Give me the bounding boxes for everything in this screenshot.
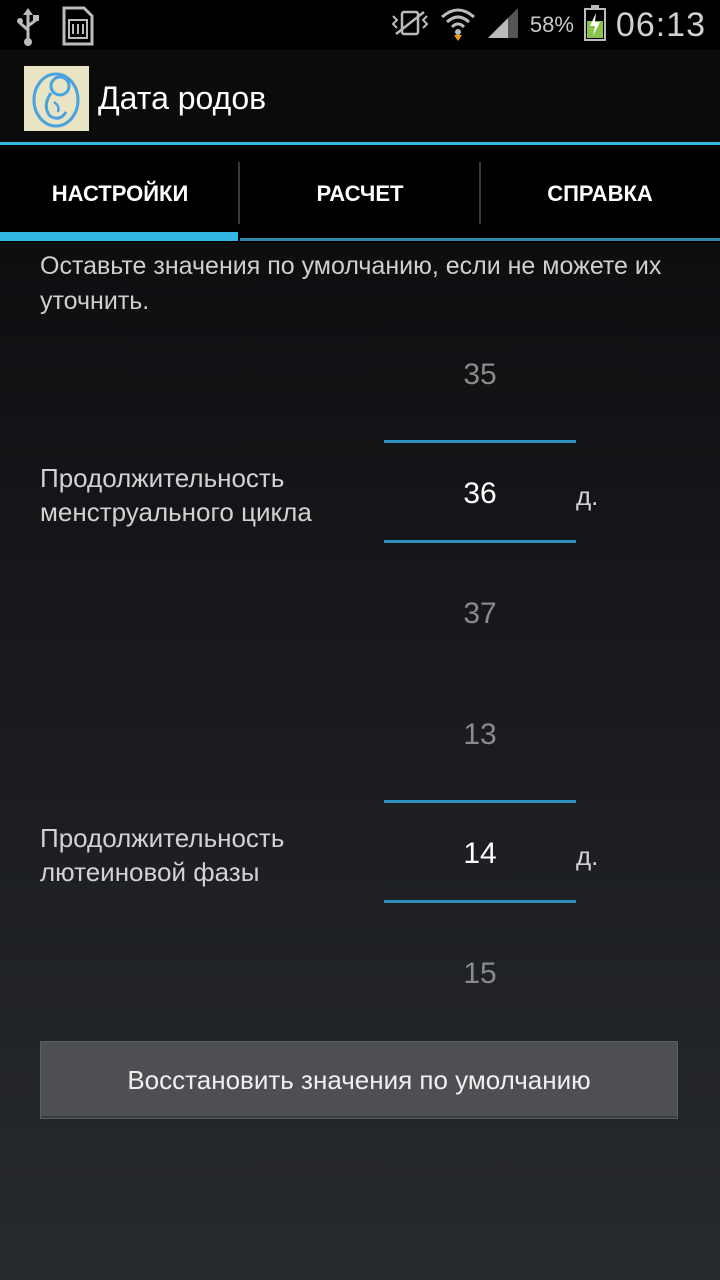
status-bar: 58% 06:13: [0, 0, 720, 50]
luteal-phase-label: Продолжительность лютеиновой фазы: [40, 821, 360, 889]
tab-calculation[interactable]: РАСЧЕТ: [240, 145, 480, 243]
selected-tab-indicator: [0, 232, 238, 241]
tab-help-label: СПРАВКА: [547, 181, 653, 206]
settings-panel: Оставьте значения по умолчанию, если не …: [0, 243, 720, 1280]
luteal-phase-label-line2: лютеиновой фазы: [40, 857, 260, 887]
picker-divider: [384, 800, 576, 803]
sd-card-icon: [60, 6, 94, 51]
cycle-length-picker[interactable]: 35 36 37: [384, 343, 576, 643]
cycle-unit: д.: [576, 481, 599, 511]
luteal-current-value[interactable]: 14: [384, 837, 576, 871]
battery-charging-icon: [583, 4, 606, 46]
fetus-icon[interactable]: [24, 66, 89, 131]
picker-divider: [384, 440, 576, 443]
luteal-phase-picker[interactable]: 13 14 15: [384, 703, 576, 1003]
luteal-phase-label-line1: Продолжительность: [40, 823, 285, 853]
battery-percent: 58%: [529, 12, 574, 37]
clock: 06:13: [615, 5, 706, 44]
tab-calculation-label: РАСЧЕТ: [316, 181, 404, 206]
tab-settings[interactable]: НАСТРОЙКИ: [0, 145, 240, 243]
cycle-length-label-line1: Продолжительность: [40, 463, 285, 493]
reset-defaults-button[interactable]: Восстановить значения по умолчанию: [40, 1041, 678, 1119]
tab-settings-label: НАСТРОЙКИ: [51, 181, 189, 206]
usb-icon: [14, 6, 42, 51]
cycle-length-label: Продолжительность менструального цикла: [40, 461, 360, 529]
cycle-prev-value[interactable]: 35: [384, 358, 576, 392]
luteal-prev-value[interactable]: 13: [384, 718, 576, 752]
luteal-next-value[interactable]: 15: [384, 957, 576, 991]
vibrate-icon: [390, 8, 430, 43]
wifi-icon: [440, 5, 476, 46]
app-title: Дата родов: [98, 80, 267, 116]
cycle-next-value[interactable]: 37: [384, 597, 576, 631]
tab-underline: [240, 238, 480, 241]
picker-divider: [384, 540, 576, 543]
signal-icon: [486, 6, 520, 45]
action-bar: Дата родов: [0, 50, 720, 145]
tab-underline: [480, 238, 720, 241]
cycle-current-value[interactable]: 36: [384, 477, 576, 511]
luteal-unit: д.: [576, 841, 599, 871]
tab-bar: НАСТРОЙКИ РАСЧЕТ СПРАВКА: [0, 145, 720, 243]
hint-text: Оставьте значения по умолчанию, если не …: [40, 252, 662, 315]
cycle-length-label-line2: менструального цикла: [40, 497, 312, 527]
picker-divider: [384, 900, 576, 903]
tab-help[interactable]: СПРАВКА: [480, 145, 720, 243]
